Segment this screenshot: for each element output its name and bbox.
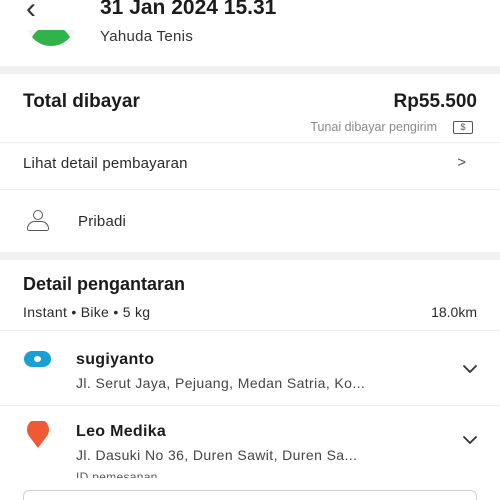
delivery-distance: 18.0km — [431, 304, 477, 320]
stop-address: Jl. Serut Jaya, Pejuang, Medan Satria, K… — [76, 375, 366, 391]
section-divider — [0, 66, 500, 74]
divider — [0, 189, 500, 190]
origin-pin-icon — [24, 351, 51, 367]
driver-vehicle-name: Yahuda Tenis — [100, 28, 194, 45]
cash-icon: $ — [453, 121, 473, 134]
divider — [0, 405, 500, 406]
chevron-down-icon[interactable] — [462, 435, 478, 445]
chevron-down-icon[interactable] — [462, 364, 478, 374]
profile-type-label: Pribadi — [78, 213, 127, 230]
destination-pin-icon — [27, 421, 49, 448]
stop-address: Jl. Dasuki No 36, Duren Sawit, Duren Sa.… — [76, 447, 358, 463]
page-title: 31 Jan 2024 15.31 — [100, 0, 277, 19]
person-icon — [26, 210, 50, 232]
payment-method-note: Tunai dibayar pengirim — [310, 120, 437, 134]
payment-detail-label: Lihat detail pembayaran — [23, 155, 188, 172]
divider — [0, 330, 500, 331]
bottom-action-button[interactable] — [23, 490, 477, 500]
service-meta: Instant • Bike • 5 kg — [23, 304, 151, 320]
app-header: ‹ 31 Jan 2024 15.31 — [0, 0, 500, 30]
divider — [0, 142, 500, 143]
stop-name: sugiyanto — [76, 351, 155, 368]
back-button[interactable]: ‹ — [26, 0, 36, 24]
chevron-right-icon: > — [457, 154, 466, 171]
section-divider — [0, 252, 500, 260]
total-paid-label: Total dibayar — [23, 91, 140, 112]
order-id-label: ID pemesanan — [76, 470, 158, 478]
total-paid-amount: Rp55.500 — [393, 91, 477, 112]
stop-name: Leo Medika — [76, 423, 167, 440]
delivery-section-title: Detail pengantaran — [23, 274, 186, 294]
driver-row: Yahuda Tenis — [0, 14, 500, 66]
